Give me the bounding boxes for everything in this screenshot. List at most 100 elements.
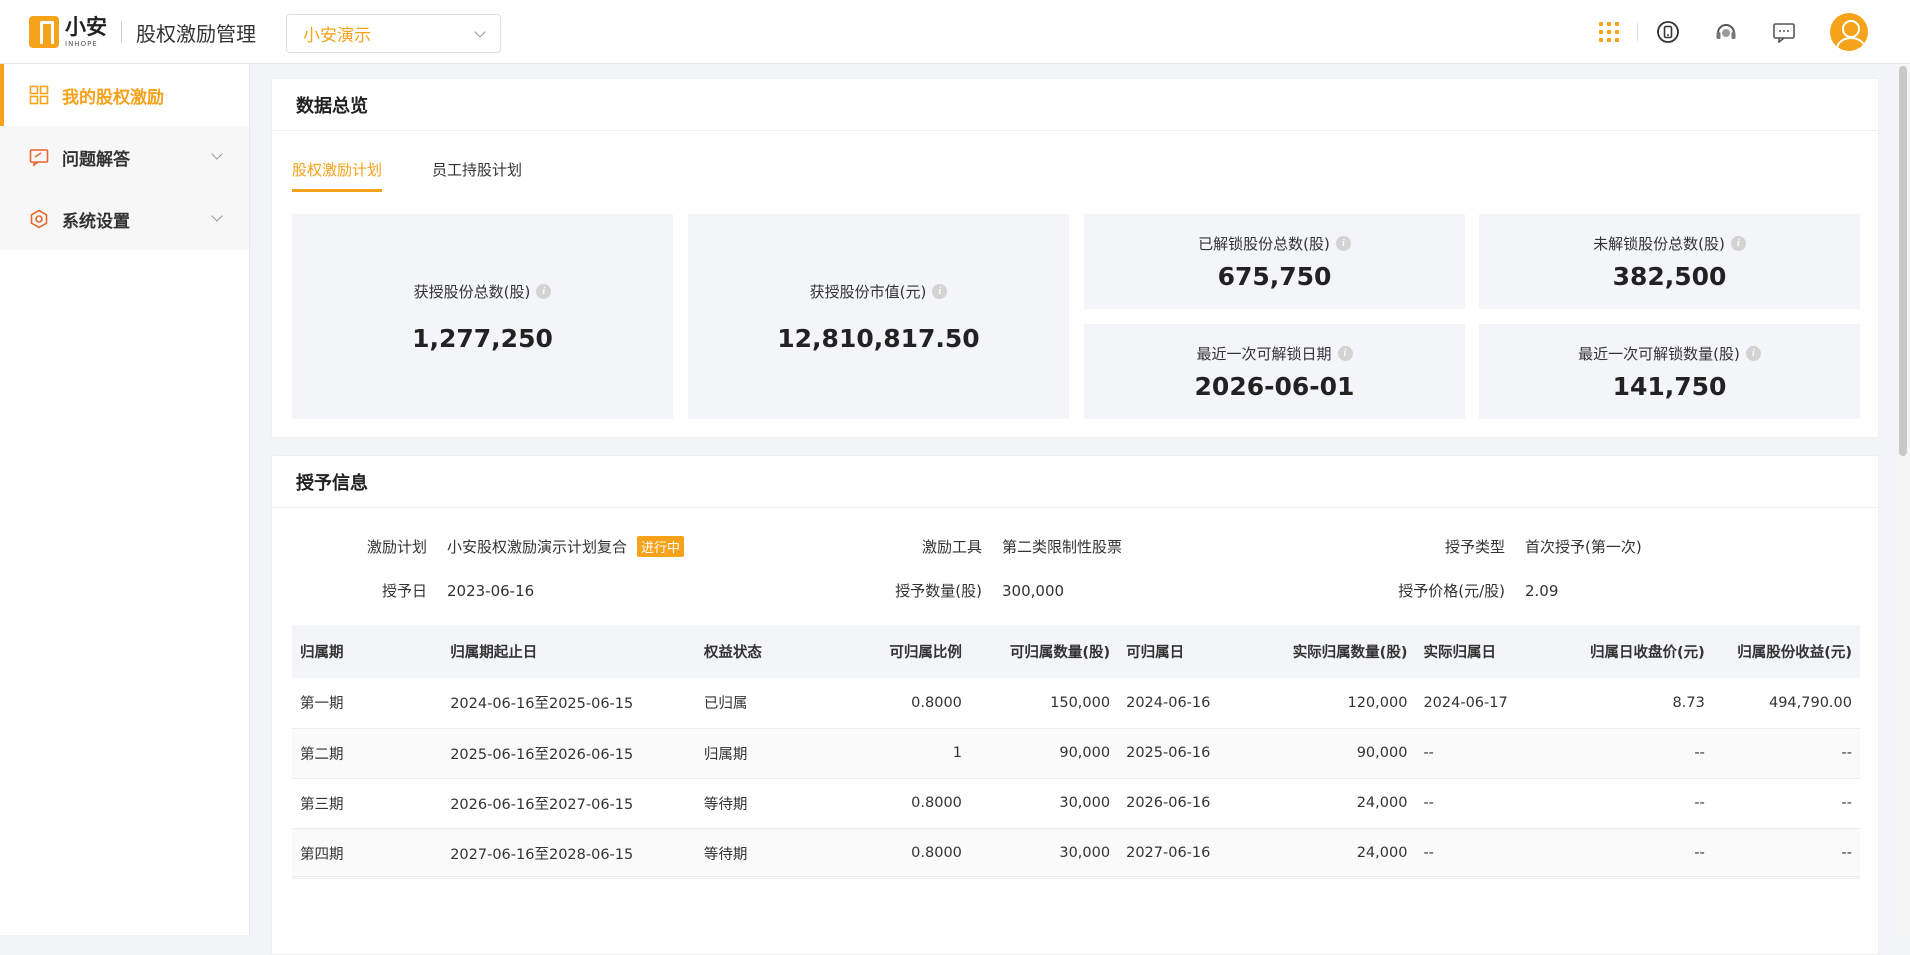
field-tool: 激励工具 第二类限制性股票 — [852, 536, 1122, 557]
top-bar: 小安 INHOPE 股权激励管理 小安演示 — [0, 0, 1910, 64]
table-cell: 0.8000 — [838, 828, 970, 879]
table-cell: -- — [1712, 778, 1860, 829]
stat-value: 2026-06-01 — [1194, 371, 1355, 401]
table-cell: 2025-06-16至2026-06-15 — [442, 728, 696, 779]
info-icon[interactable]: i — [932, 283, 948, 299]
table-row: 第三期 2026-06-16至2027-06-15 等待期 0.8000 30,… — [292, 778, 1860, 829]
customer-service-icon[interactable] — [1714, 20, 1738, 44]
table-cell: 120,000 — [1265, 678, 1416, 729]
table-cell: -- — [1565, 728, 1713, 779]
table-cell: 30,000 — [969, 828, 1119, 879]
company-selector-value: 小安演示 — [303, 26, 371, 46]
info-icon[interactable]: i — [1335, 235, 1351, 251]
field-value: 小安股权激励演示计划复合 — [447, 538, 628, 556]
table-cell: -- — [1415, 778, 1566, 829]
table-cell: 第三期 — [292, 778, 443, 829]
mobile-icon[interactable] — [1656, 20, 1680, 44]
column-header: 归属股份收益(元) — [1712, 625, 1860, 678]
table-row: 第四期 2027-06-16至2028-06-15 等待期 0.8000 30,… — [292, 828, 1860, 879]
stat-label: 获授股份市值(元) — [809, 282, 927, 301]
scrollbar-thumb[interactable] — [1899, 66, 1907, 456]
stat-label: 最近一次可解锁日期 — [1196, 344, 1332, 363]
table-cell: -- — [1415, 828, 1566, 879]
grant-title: 授予信息 — [272, 456, 1878, 508]
sidebar-item-settings[interactable]: 系统设置 — [0, 188, 249, 250]
table-cell: 2027-06-16 — [1118, 828, 1266, 879]
field-label: 激励工具 — [921, 538, 982, 556]
user-avatar[interactable] — [1830, 13, 1868, 51]
divider — [292, 876, 1860, 877]
company-selector[interactable]: 小安演示 — [286, 14, 501, 53]
column-header: 权益状态 — [695, 625, 838, 678]
column-header: 实际归属日 — [1415, 625, 1566, 678]
app-title: 股权激励管理 — [136, 21, 256, 46]
stat-value: 382,500 — [1612, 261, 1727, 291]
grant-panel: 授予信息 激励计划 小安股权激励演示计划复合 进行中 激励工具 第二类限制性股票… — [271, 455, 1879, 955]
table-cell: 0.8000 — [838, 678, 970, 729]
table-cell: 24,000 — [1265, 778, 1416, 829]
toolbar-divider — [1637, 23, 1638, 41]
logo-divider — [121, 21, 122, 43]
chevron-down-icon — [211, 210, 223, 222]
sidebar-item-label: 我的股权激励 — [62, 87, 164, 108]
logo-name: 小安 — [65, 14, 107, 39]
stat-card-granted-value: 获授股份市值(元) i 12,810,817.50 — [688, 214, 1069, 419]
stat-label: 最近一次可解锁数量(股) — [1578, 344, 1740, 363]
column-header: 可归属数量(股) — [969, 625, 1119, 678]
apps-grid-icon[interactable] — [1599, 22, 1619, 42]
field-value: 2.09 — [1525, 581, 1559, 600]
table-cell: -- — [1565, 778, 1713, 829]
stat-card-granted-shares: 获授股份总数(股) i 1,277,250 — [292, 214, 673, 419]
field-label: 授予价格(元/股) — [1398, 582, 1505, 600]
field-value: 2023-06-16 — [447, 581, 535, 600]
column-header: 归属日收盘价(元) — [1565, 625, 1713, 678]
stat-card-next-unlock-qty: 最近一次可解锁数量(股) i 141,750 — [1479, 324, 1860, 419]
table-cell: 90,000 — [969, 728, 1119, 779]
table-cell: 24,000 — [1265, 828, 1416, 879]
field-grant-date: 授予日 2023-06-16 — [332, 580, 534, 601]
field-value: 300,000 — [1002, 581, 1065, 600]
stat-card-unlocked: 已解锁股份总数(股) i 675,750 — [1084, 214, 1465, 309]
table-cell: -- — [1565, 828, 1713, 879]
info-icon[interactable]: i — [1730, 235, 1746, 251]
table-cell: 1 — [838, 728, 970, 779]
chevron-down-icon — [474, 25, 486, 38]
logo[interactable]: 小安 INHOPE 股权激励管理 — [29, 16, 256, 48]
info-icon[interactable]: i — [536, 283, 552, 299]
vesting-table: 归属期 归属期起止日 权益状态 可归属比例 可归属数量(股) 可归属日 实际归属… — [292, 625, 1860, 879]
logo-mark-icon — [29, 16, 59, 48]
field-grant-qty: 授予数量(股) 300,000 — [852, 580, 1064, 601]
table-row: 第二期 2025-06-16至2026-06-15 归属期 1 90,000 2… — [292, 728, 1860, 779]
table-cell: -- — [1712, 828, 1860, 879]
table-cell: 2024-06-17 — [1415, 678, 1566, 729]
chat-edit-icon — [29, 147, 49, 167]
column-header: 归属期起止日 — [442, 625, 696, 678]
column-header: 实际归属数量(股) — [1265, 625, 1416, 678]
info-icon[interactable]: i — [1745, 345, 1761, 361]
field-value: 首次授予(第一次) — [1525, 538, 1642, 556]
field-type: 授予类型 首次授予(第一次) — [1372, 536, 1642, 557]
tab-employee-stock[interactable]: 员工持股计划 — [432, 159, 522, 192]
sidebar-item-my-equity[interactable]: 我的股权激励 — [0, 64, 249, 126]
sidebar-item-faq[interactable]: 问题解答 — [0, 126, 249, 188]
message-icon[interactable] — [1772, 20, 1796, 44]
table-cell: 90,000 — [1265, 728, 1416, 779]
stat-value: 12,810,817.50 — [777, 323, 980, 353]
table-cell: 第四期 — [292, 828, 443, 879]
stat-value: 141,750 — [1612, 371, 1727, 401]
field-label: 授予数量(股) — [895, 582, 982, 600]
table-cell: 等待期 — [695, 778, 838, 829]
table-cell: 2026-06-16 — [1118, 778, 1266, 829]
field-label: 授予类型 — [1444, 538, 1505, 556]
table-cell: 已归属 — [695, 678, 838, 729]
table-cell: 494,790.00 — [1712, 678, 1860, 729]
table-cell: 2024-06-16 — [1118, 678, 1266, 729]
tab-equity-incentive[interactable]: 股权激励计划 — [292, 159, 383, 192]
overview-title: 数据总览 — [272, 79, 1878, 131]
page-scrollbar[interactable] — [1896, 64, 1910, 935]
info-icon[interactable]: i — [1337, 345, 1353, 361]
column-header: 可归属日 — [1118, 625, 1266, 678]
stat-card-next-unlock-date: 最近一次可解锁日期 i 2026-06-01 — [1084, 324, 1465, 419]
sidebar-item-label: 系统设置 — [62, 211, 130, 232]
table-cell: 0.8000 — [838, 778, 970, 829]
